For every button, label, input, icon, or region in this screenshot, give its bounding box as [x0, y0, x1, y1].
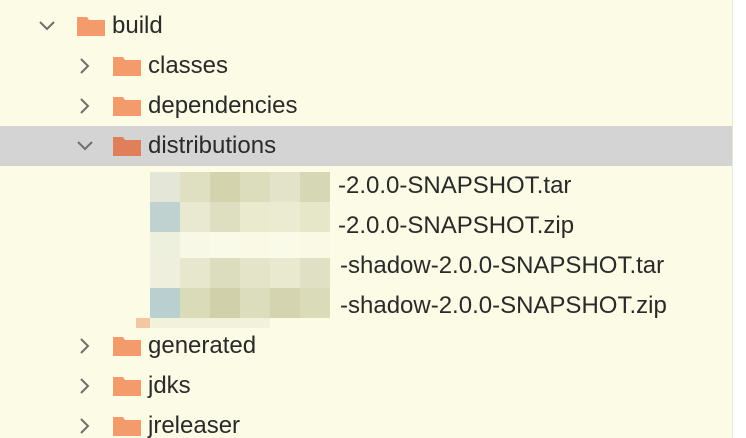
- tree-item-label: jreleaser: [148, 412, 241, 438]
- folder-icon: [112, 415, 142, 437]
- tree-item-dependencies[interactable]: dependencies: [0, 86, 732, 126]
- tree-item-label: distributions: [148, 132, 277, 159]
- tree-item-label: jdks: [148, 372, 191, 399]
- tree-item-build[interactable]: build: [0, 6, 732, 46]
- folder-icon: [112, 335, 142, 357]
- folder-open-icon: [76, 15, 106, 37]
- folder-icon: [112, 95, 142, 117]
- tree-item-jreleaser[interactable]: jreleaser: [0, 406, 732, 438]
- chevron-right-icon[interactable]: [76, 377, 94, 395]
- tree-item-label: dependencies: [148, 92, 298, 119]
- tree-item-generated[interactable]: generated: [0, 326, 732, 366]
- folder-icon: [112, 375, 142, 397]
- tree-item-file[interactable]: -2.0.0-SNAPSHOT.zip: [0, 206, 732, 246]
- tree-item-label: generated: [148, 332, 257, 359]
- file-name: -shadow-2.0.0-SNAPSHOT.tar: [340, 252, 665, 279]
- chevron-right-icon[interactable]: [76, 337, 94, 355]
- tree-item-label: build: [112, 12, 163, 39]
- tree-item-file[interactable]: -2.0.0-SNAPSHOT.tar: [0, 166, 732, 206]
- chevron-right-icon[interactable]: [76, 417, 94, 435]
- chevron-down-icon[interactable]: [76, 137, 94, 155]
- tree-item-file[interactable]: -shadow-2.0.0-SNAPSHOT.tar: [0, 246, 732, 286]
- file-name: -2.0.0-SNAPSHOT.tar: [338, 172, 572, 199]
- tree-item-label: classes: [148, 52, 229, 79]
- tree-item-classes[interactable]: classes: [0, 46, 732, 86]
- chevron-down-icon[interactable]: [38, 17, 56, 35]
- chevron-right-icon[interactable]: [76, 57, 94, 75]
- file-name: -2.0.0-SNAPSHOT.zip: [338, 212, 575, 239]
- chevron-right-icon[interactable]: [76, 97, 94, 115]
- editor-gutter: [732, 0, 746, 438]
- project-tree: build classes dependencies distributions: [0, 0, 732, 438]
- tree-item-jdks[interactable]: jdks: [0, 366, 732, 406]
- folder-icon: [112, 55, 142, 77]
- folder-open-icon: [112, 135, 142, 157]
- file-name: -shadow-2.0.0-SNAPSHOT.zip: [340, 292, 667, 319]
- tree-item-distributions[interactable]: distributions: [0, 126, 732, 166]
- tree-item-file[interactable]: -shadow-2.0.0-SNAPSHOT.zip: [0, 286, 732, 326]
